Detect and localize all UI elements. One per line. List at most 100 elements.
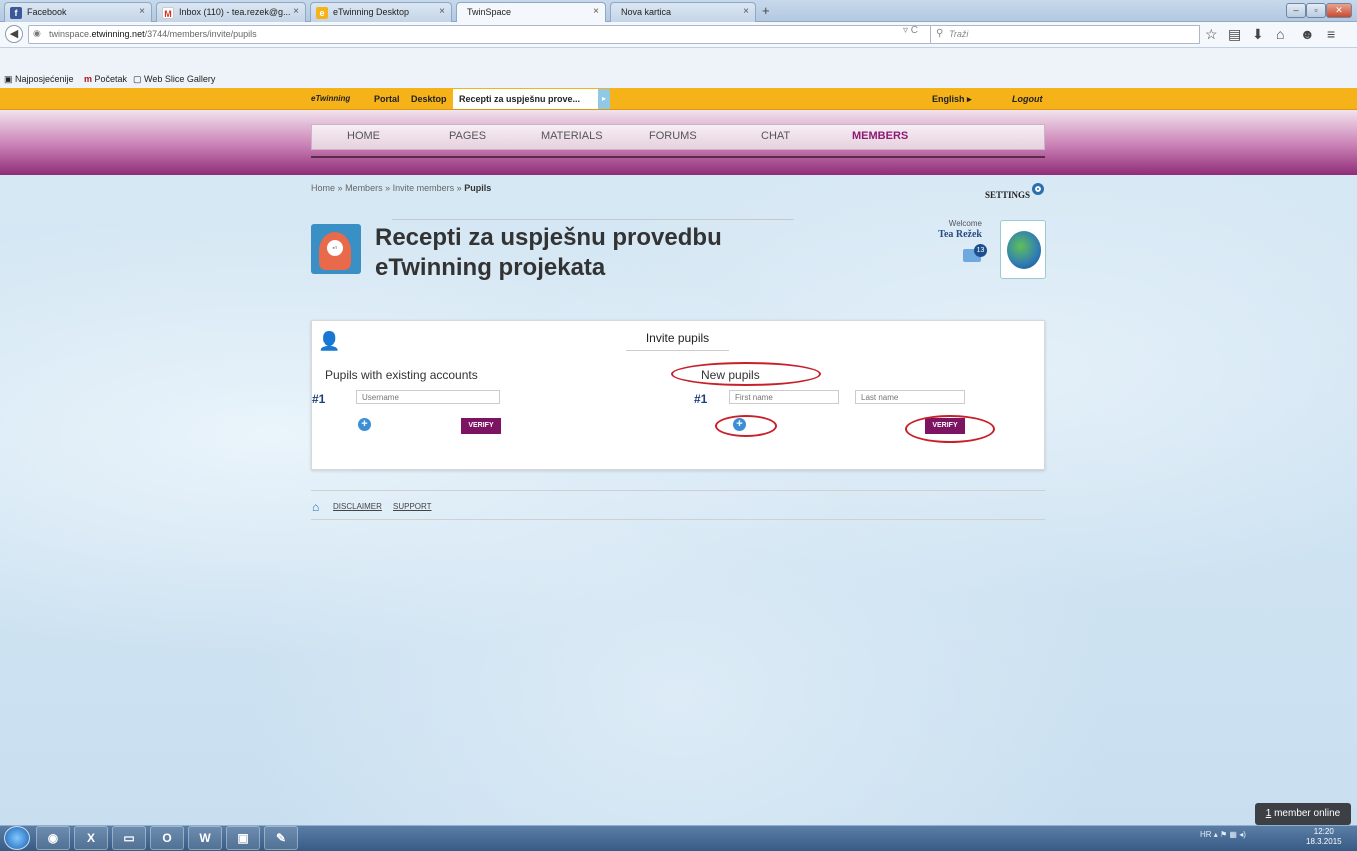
- etwinning-icon: e: [316, 7, 328, 19]
- clock[interactable]: 12:20 18.3.2015: [1306, 827, 1342, 847]
- menu-materials[interactable]: MATERIALS: [541, 130, 603, 142]
- tab-gmail[interactable]: M Inbox (110) - tea.rezek@g... ×: [156, 2, 306, 22]
- bookmark-pocetak[interactable]: m Početak: [84, 74, 127, 84]
- invite-title: Invite pupils: [626, 331, 729, 351]
- row-number: #1: [694, 392, 708, 406]
- first-name-field[interactable]: [729, 390, 839, 404]
- language-selector[interactable]: English ▸: [932, 94, 972, 105]
- excel-icon[interactable]: X: [74, 826, 108, 850]
- bookmark-web-slice-gallery[interactable]: ▢ Web Slice Gallery: [133, 74, 215, 85]
- members-online-widget[interactable]: 1 member online: [1255, 803, 1351, 825]
- search-icon: ⚲: [936, 28, 944, 39]
- verify-existing-button[interactable]: VERIFY: [461, 418, 501, 434]
- online-label: member online: [1271, 808, 1341, 819]
- project-arrow-icon[interactable]: ▸: [598, 89, 610, 109]
- annotation-oval: [715, 415, 777, 437]
- menu-home[interactable]: HOME: [347, 130, 380, 142]
- close-window-icon[interactable]: ✕: [1326, 3, 1352, 18]
- etwinning-logo[interactable]: eTwinning: [311, 94, 350, 103]
- close-icon[interactable]: ×: [593, 6, 599, 17]
- existing-accounts-heading: Pupils with existing accounts: [325, 368, 478, 382]
- project-title-line1: Recepti za uspješnu provedbu: [375, 224, 722, 251]
- clock-date: 18.3.2015: [1306, 837, 1342, 846]
- tab-label: eTwinning Desktop: [333, 7, 410, 17]
- gear-icon[interactable]: [1032, 183, 1044, 195]
- tab-label: Nova kartica: [621, 7, 672, 17]
- breadcrumb-separator: »: [337, 183, 343, 193]
- chat-icon[interactable]: ☻: [1300, 26, 1315, 42]
- footer-divider: [311, 519, 1045, 520]
- breadcrumb-home[interactable]: Home: [311, 183, 335, 193]
- maximize-icon[interactable]: ▫: [1306, 3, 1326, 18]
- download-icon[interactable]: ⬇: [1252, 26, 1264, 43]
- back-arrow-icon[interactable]: ◀: [5, 25, 23, 43]
- tab-nova-kartica[interactable]: Nova kartica ×: [610, 2, 756, 22]
- tab-etwinning-desktop[interactable]: e eTwinning Desktop ×: [310, 2, 452, 22]
- search-placeholder: Traži: [949, 29, 969, 39]
- bookmark-najposjecenije[interactable]: ▣ Najposjećenije: [4, 74, 74, 85]
- add-existing-pupil-icon[interactable]: +: [358, 418, 371, 431]
- username-field[interactable]: [356, 390, 500, 404]
- address-bar[interactable]: twinspace.etwinning.net/3744/members/inv…: [28, 25, 983, 44]
- last-name-field[interactable]: [855, 390, 965, 404]
- etwinning-top-bar: [0, 88, 1357, 110]
- start-button-icon[interactable]: [4, 826, 30, 850]
- breadcrumb-current: Pupils: [464, 183, 492, 193]
- home-icon[interactable]: ⌂: [1276, 26, 1284, 42]
- logo-badge: eT: [327, 240, 343, 256]
- app-icon[interactable]: ▣: [226, 826, 260, 850]
- logout-link[interactable]: Logout: [1012, 94, 1043, 104]
- bookmark-star-icon[interactable]: ☆: [1205, 26, 1218, 43]
- portal-link[interactable]: Portal: [374, 94, 400, 104]
- annotation-oval: [671, 362, 821, 386]
- user-name[interactable]: Tea Režek: [918, 229, 982, 240]
- close-icon[interactable]: ×: [743, 6, 749, 17]
- minimize-icon[interactable]: –: [1286, 3, 1306, 18]
- globe-icon: ◉: [33, 28, 41, 38]
- menu-chat[interactable]: CHAT: [761, 130, 790, 142]
- tab-facebook[interactable]: f Facebook ×: [4, 2, 152, 22]
- facebook-icon: f: [10, 7, 22, 19]
- row-number: #1: [312, 392, 326, 406]
- disclaimer-link[interactable]: DISCLAIMER: [333, 502, 382, 511]
- gmail-icon: M: [162, 7, 174, 19]
- home-icon[interactable]: ⌂: [312, 500, 319, 514]
- menu-underline: [311, 156, 1045, 158]
- project-logo: eT: [311, 224, 361, 274]
- breadcrumb-members[interactable]: Members: [345, 183, 383, 193]
- close-icon[interactable]: ×: [439, 6, 445, 17]
- breadcrumb-separator: »: [456, 183, 462, 193]
- current-project-link[interactable]: Recepti za uspješnu prove...: [453, 89, 598, 109]
- clock-time: 12:20: [1313, 827, 1334, 836]
- desktop-link[interactable]: Desktop: [411, 94, 447, 104]
- title-divider: [392, 219, 794, 220]
- footer-divider: [311, 490, 1045, 491]
- outlook-icon[interactable]: O: [150, 826, 184, 850]
- support-link[interactable]: SUPPORT: [393, 502, 432, 511]
- close-icon[interactable]: ×: [139, 6, 145, 17]
- firefox-icon[interactable]: ◉: [36, 826, 70, 850]
- tab-twinspace[interactable]: TwinSpace ×: [456, 2, 606, 22]
- breadcrumb-invite[interactable]: Invite members: [393, 183, 455, 193]
- new-tab-icon[interactable]: +: [762, 3, 770, 18]
- etwinning-logo-text: eTwinning: [311, 94, 351, 103]
- language-indicator[interactable]: HR: [1200, 830, 1212, 839]
- system-tray: HR ▴ ⚑ ▦ ◂): [1200, 830, 1246, 839]
- breadcrumb-separator: »: [385, 183, 391, 193]
- url-path: /3744/members/invite/pupils: [144, 29, 257, 39]
- bookmarks-list-icon[interactable]: ▤: [1228, 26, 1241, 43]
- word-icon[interactable]: W: [188, 826, 222, 850]
- menu-pages[interactable]: PAGES: [449, 130, 486, 142]
- avatar[interactable]: [1000, 220, 1046, 279]
- tab-label: Facebook: [27, 7, 67, 17]
- menu-forums[interactable]: FORUMS: [649, 130, 697, 142]
- close-icon[interactable]: ×: [293, 6, 299, 17]
- settings-link[interactable]: SETTINGS: [985, 190, 1030, 200]
- paint-icon[interactable]: ✎: [264, 826, 298, 850]
- menu-members[interactable]: MEMBERS: [852, 130, 908, 142]
- menu-icon[interactable]: ≡: [1327, 26, 1335, 42]
- page-background: [0, 175, 1357, 825]
- search-input[interactable]: Traži: [930, 25, 1200, 44]
- folder-icon[interactable]: ▭: [112, 826, 146, 850]
- reload-icon[interactable]: ▿ C: [903, 25, 918, 36]
